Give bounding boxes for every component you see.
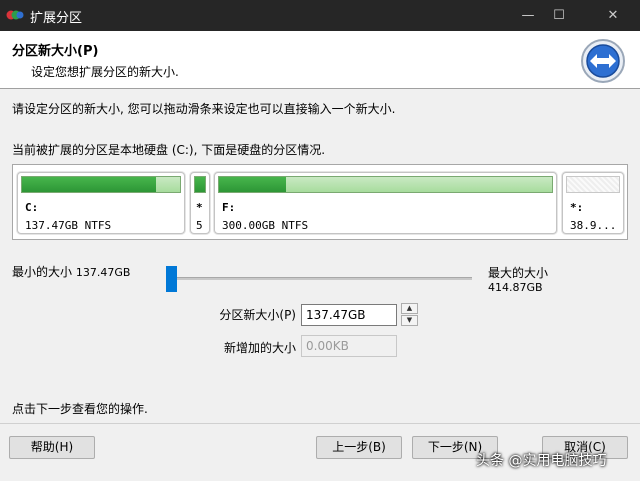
partition-size: 5 [196, 219, 203, 232]
max-size-label: 最大的大小 [488, 266, 549, 280]
min-size-label: 最小的大小 137.47GB [12, 263, 130, 280]
added-size-input [301, 335, 397, 357]
window-title: 扩展分区 [30, 11, 83, 26]
min-size-value: 137.47GB [75, 266, 131, 279]
partition-c[interactable]: C: 137.47GB NTFS [17, 172, 185, 234]
partition-label: * [196, 201, 203, 214]
title-bar: 扩展分区 — ☐ ✕ [0, 0, 640, 31]
partition-usage-bar [194, 176, 206, 193]
partition-size: 300.00GB NTFS [222, 219, 309, 232]
max-size-value: 414.87GB [488, 281, 543, 294]
partition-unallocated[interactable]: * 5 [190, 172, 210, 234]
partition-other[interactable]: *: 38.9... [562, 172, 624, 234]
partition-label: *: [570, 201, 584, 214]
size-slider-thumb[interactable] [166, 266, 177, 292]
page-subtitle: 设定您想扩展分区的新大小. [31, 65, 179, 79]
new-size-label: 分区新大小(P) [219, 308, 296, 322]
partition-usage-fill [195, 177, 205, 192]
app-logo-icon [6, 10, 24, 20]
spin-up-button[interactable]: ▲ [401, 303, 418, 314]
watermark-text: 头条 @实用电脑技巧 [476, 453, 607, 469]
partition-f[interactable]: F: 300.00GB NTFS [214, 172, 557, 234]
maximize-button[interactable]: ☐ [536, 0, 582, 31]
footer-hint: 点击下一步查看您的操作. [12, 402, 148, 416]
disk-description: 当前被扩展的分区是本地硬盘 (C:), 下面是硬盘的分区情况. [12, 143, 326, 157]
partition-size: 38.9... [570, 219, 617, 232]
close-button[interactable]: ✕ [590, 0, 636, 31]
partition-usage-bar [218, 176, 553, 193]
footer-divider [0, 423, 640, 424]
back-button[interactable]: 上一步(B) [316, 436, 402, 459]
instruction-text: 请设定分区的新大小, 您可以拖动滑条来设定也可以直接输入一个新大小. [12, 102, 396, 116]
spin-down-button[interactable]: ▼ [401, 315, 418, 326]
wizard-header: 分区新大小(P) 设定您想扩展分区的新大小. [0, 31, 640, 89]
min-size-caption: 最小的大小 [12, 265, 73, 279]
partition-size: 137.47GB NTFS [25, 219, 112, 232]
partition-usage-fill [219, 177, 286, 192]
new-size-input[interactable] [301, 304, 397, 326]
page-title: 分区新大小(P) [12, 44, 99, 59]
added-size-label: 新增加的大小 [223, 341, 296, 355]
partition-usage-bar [21, 176, 181, 193]
size-slider-track[interactable] [166, 277, 472, 280]
extend-arrows-icon [581, 39, 625, 83]
disk-map: C: 137.47GB NTFS * 5 F: 300.00GB NTFS *:… [12, 164, 628, 240]
partition-label: F: [222, 201, 236, 214]
partition-label: C: [25, 201, 39, 214]
partition-usage-fill [22, 177, 157, 192]
partition-usage-bar [566, 176, 620, 193]
help-button[interactable]: 帮助(H) [9, 436, 95, 459]
